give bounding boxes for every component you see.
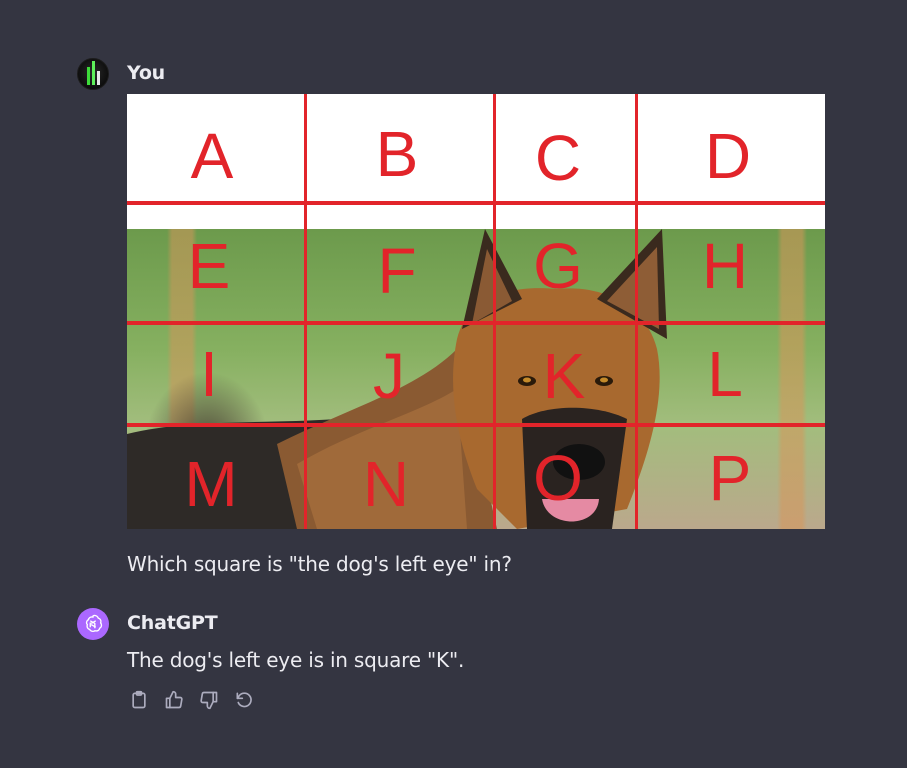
thumbs-up-button[interactable]: [162, 688, 186, 712]
grid-cell-label: I: [200, 338, 218, 410]
grid-line-h2: [127, 321, 825, 325]
grid-cell-label: C: [534, 122, 582, 194]
user-author-name: You: [127, 62, 165, 84]
thumbs-up-icon: [165, 690, 183, 709]
conversation: You A B C D E F G H I J K L M N O P Whic…: [0, 0, 907, 768]
grid-cell-label: L: [707, 338, 743, 410]
grid-cell-label: D: [704, 120, 752, 192]
user-avatar: [77, 58, 109, 90]
thumbs-down-icon: [200, 691, 218, 710]
grid-cell-label: A: [190, 120, 234, 192]
assistant-avatar: [77, 608, 109, 640]
openai-logo-icon: [85, 614, 103, 633]
regenerate-button[interactable]: [232, 688, 256, 712]
grid-cell-label: K: [542, 340, 586, 412]
assistant-author-name: ChatGPT: [127, 612, 218, 634]
lettered-grid-image: A B C D E F G H I J K L M N O P: [127, 94, 825, 529]
assistant-message-text: The dog's left eye is in square "K".: [127, 648, 465, 672]
grid-line-v2: [493, 94, 496, 529]
regenerate-icon: [236, 692, 252, 708]
thumbs-down-button[interactable]: [197, 688, 221, 712]
copy-button[interactable]: [127, 688, 151, 712]
grid-cell-label: F: [377, 235, 417, 307]
grid-line-v1: [304, 94, 307, 529]
grid-line-v3: [635, 94, 638, 529]
message-actions: [127, 688, 256, 712]
grid-cell-label: M: [184, 448, 238, 520]
grid-line-h3: [127, 423, 825, 427]
clipboard-icon: [132, 690, 146, 709]
grid-cell-label: E: [187, 230, 231, 302]
user-message-text: Which square is "the dog's left eye" in?: [127, 552, 512, 576]
grid-cell-label: G: [533, 230, 583, 302]
grid-cell-label: J: [373, 340, 405, 412]
grid-line-h1: [127, 201, 825, 205]
grid-cell-label: H: [701, 230, 749, 302]
grid-cell-label: B: [375, 118, 419, 190]
grid-cell-label: P: [708, 442, 752, 514]
grid-cell-label: N: [362, 448, 410, 520]
grid-cell-label: O: [533, 442, 583, 514]
